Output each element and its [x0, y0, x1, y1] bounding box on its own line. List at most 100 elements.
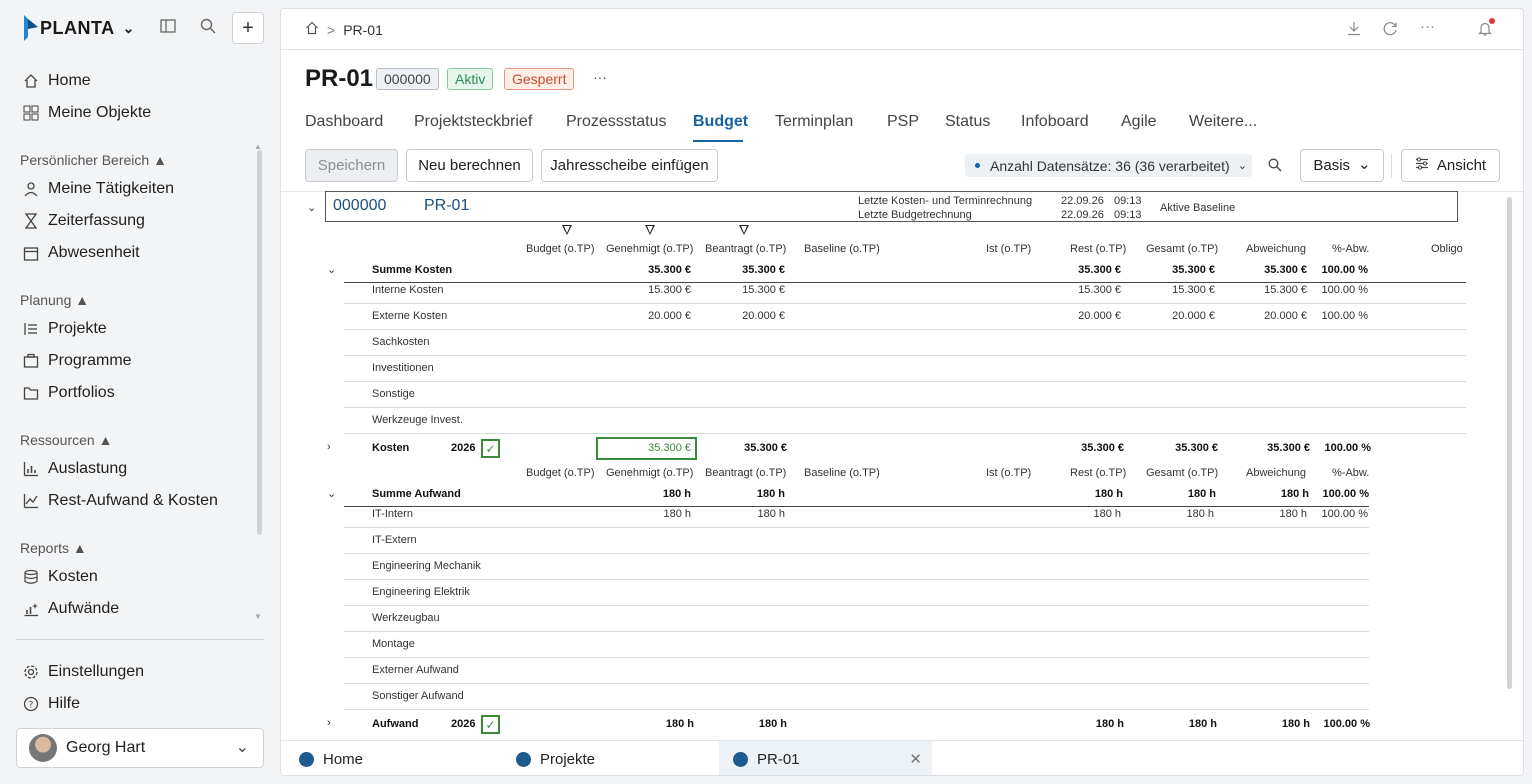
col-pct: %-Abw.: [1332, 467, 1370, 479]
sum-aufwand-label: Summe Aufwand: [372, 488, 461, 500]
chevron-right-icon[interactable]: ›: [327, 441, 331, 453]
sum-kosten-genehmigt: 35.300 €: [648, 264, 691, 276]
tab-budget[interactable]: Budget: [693, 113, 748, 131]
nav-label: Abwesenheit: [48, 244, 140, 261]
tab-terminplan[interactable]: Terminplan: [775, 113, 853, 131]
nav-projekte[interactable]: Projekte: [22, 320, 107, 338]
home-icon[interactable]: [305, 21, 319, 38]
panel-toggle-icon[interactable]: [160, 18, 176, 38]
nav-einstellungen[interactable]: Einstellungen: [22, 663, 144, 681]
chevron-down-icon[interactable]: ⌄: [327, 487, 336, 500]
home-icon: [22, 72, 40, 90]
nav-label: Auslastung: [48, 460, 128, 477]
nav-home[interactable]: Home: [22, 72, 91, 90]
col-abweichung: Abweichung: [1246, 467, 1306, 479]
tab-circle-icon: [299, 751, 314, 767]
sliders-icon: [1415, 157, 1429, 174]
sum-kosten-gesamt: 35.300 €: [1172, 264, 1215, 276]
nav-portfolios[interactable]: Portfolios: [22, 384, 115, 402]
nav-kosten[interactable]: Kosten: [22, 568, 98, 586]
bottom-tab-home[interactable]: Home: [299, 741, 499, 775]
records-filter[interactable]: Anzahl Datensätze: 36 (36 verarbeitet) ⌄: [965, 154, 1252, 177]
search-icon[interactable]: [1268, 158, 1282, 177]
refresh-icon[interactable]: [1383, 21, 1398, 40]
section-persoenlich[interactable]: Persönlicher Bereich ▲: [20, 152, 167, 168]
nav-aufwaende[interactable]: Aufwände: [22, 600, 119, 618]
check-icon: ✓: [485, 717, 496, 732]
nav-abwesenheit[interactable]: Abwesenheit: [22, 244, 140, 262]
sum-kosten-beantragt: 35.300 €: [742, 264, 785, 276]
tab-weitere[interactable]: Weitere...: [1189, 113, 1257, 131]
bell-icon[interactable]: [1478, 21, 1492, 41]
sparkle-chart-icon: [22, 600, 40, 618]
tab-status[interactable]: Status: [945, 113, 990, 131]
calendar-icon: [22, 244, 40, 262]
tab-dashboard[interactable]: Dashboard: [305, 113, 383, 131]
col-ist: Ist (o.TP): [986, 243, 1032, 255]
row-divider: [344, 579, 1369, 580]
col-genehmigt: Genehmigt (o.TP): [606, 243, 694, 255]
table-row-label: Investitionen: [372, 362, 434, 374]
chevron-down-icon[interactable]: ⌄: [123, 20, 135, 37]
sum-aufwand-pct: 100.00 %: [1322, 488, 1369, 500]
tab-agile[interactable]: Agile: [1121, 113, 1157, 131]
year-aufwand-checkbox[interactable]: ✓: [481, 715, 500, 734]
bottom-tab-pr01[interactable]: PR-01 ✕: [719, 741, 932, 775]
row-divider: [344, 631, 1369, 632]
plus-icon: +: [242, 16, 254, 39]
save-button[interactable]: Speichern: [305, 149, 398, 182]
section-reports[interactable]: Reports ▲: [20, 540, 87, 556]
chevron-down-icon[interactable]: ⌄: [327, 263, 336, 276]
recalc-button[interactable]: Neu berechnen: [406, 149, 533, 182]
search-icon[interactable]: [200, 18, 216, 38]
user-menu[interactable]: Georg Hart ⌄: [16, 728, 264, 768]
chevron-right-icon[interactable]: ›: [327, 717, 331, 729]
download-icon[interactable]: [1347, 21, 1361, 40]
sidebar-scrollbar[interactable]: [257, 150, 262, 535]
pin-icon[interactable]: [738, 223, 750, 241]
chevron-up-icon: ▲: [153, 152, 167, 168]
close-icon[interactable]: ✕: [909, 750, 922, 768]
breadcrumb-current[interactable]: PR-01: [343, 22, 383, 38]
row-divider: [344, 433, 1466, 434]
sum-aufwand-abw: 180 h: [1280, 488, 1309, 500]
cell: 20.000 €: [1264, 310, 1307, 322]
chevron-down-icon: ⌄: [1358, 155, 1371, 173]
year-kosten-checkbox[interactable]: ✓: [481, 439, 500, 458]
scroll-down-icon[interactable]: ▼: [254, 612, 262, 621]
tab-infoboard[interactable]: Infoboard: [1021, 113, 1089, 131]
nav-hilfe[interactable]: ? Hilfe: [22, 695, 80, 713]
section-planung[interactable]: Planung ▲: [20, 292, 89, 308]
more-icon[interactable]: ···: [593, 69, 607, 85]
col-pct: %-Abw.: [1332, 243, 1370, 255]
more-icon[interactable]: ···: [1420, 18, 1435, 35]
nav-meine-taetigkeiten[interactable]: Meine Tätigkeiten: [22, 180, 174, 198]
tab-prozessstatus[interactable]: Prozessstatus: [566, 113, 666, 131]
view-button[interactable]: Ansicht: [1401, 149, 1500, 182]
help-icon: ?: [22, 695, 40, 713]
nav-programme[interactable]: Programme: [22, 352, 132, 370]
insert-year-button[interactable]: Jahresscheibe einfügen: [541, 149, 718, 182]
nav-zeiterfassung[interactable]: Zeiterfassung: [22, 212, 145, 230]
nav-label: Portfolios: [48, 384, 115, 401]
nav-label: Einstellungen: [48, 663, 145, 680]
records-count: Anzahl Datensätze: 36 (36 verarbeitet): [990, 157, 1230, 174]
pin-icon[interactable]: [561, 223, 573, 241]
tab-projektsteckbrief[interactable]: Projektsteckbrief: [414, 113, 532, 131]
tab-psp[interactable]: PSP: [887, 113, 919, 131]
basis-dropdown[interactable]: Basis ⌄: [1300, 149, 1384, 182]
chevron-down-icon[interactable]: ⌄: [307, 201, 316, 214]
nav-label: Programme: [48, 352, 132, 369]
section-ressourcen[interactable]: Ressourcen ▲: [20, 432, 112, 448]
nav-rest-aufwand[interactable]: Rest-Aufwand & Kosten: [22, 492, 218, 510]
nav-auslastung[interactable]: Auslastung: [22, 460, 127, 478]
sum-aufwand-beantragt: 180 h: [756, 488, 785, 500]
brand-logo[interactable]: PLANTA ⌄: [22, 14, 135, 42]
row-divider: [344, 329, 1466, 330]
pin-icon[interactable]: [644, 223, 656, 241]
row-divider: [344, 527, 1369, 528]
content-scrollbar[interactable]: [1507, 197, 1512, 689]
bottom-tab-projekte[interactable]: Projekte: [516, 741, 716, 775]
nav-meine-objekte[interactable]: Meine Objekte: [22, 104, 151, 122]
add-button[interactable]: +: [232, 12, 264, 44]
